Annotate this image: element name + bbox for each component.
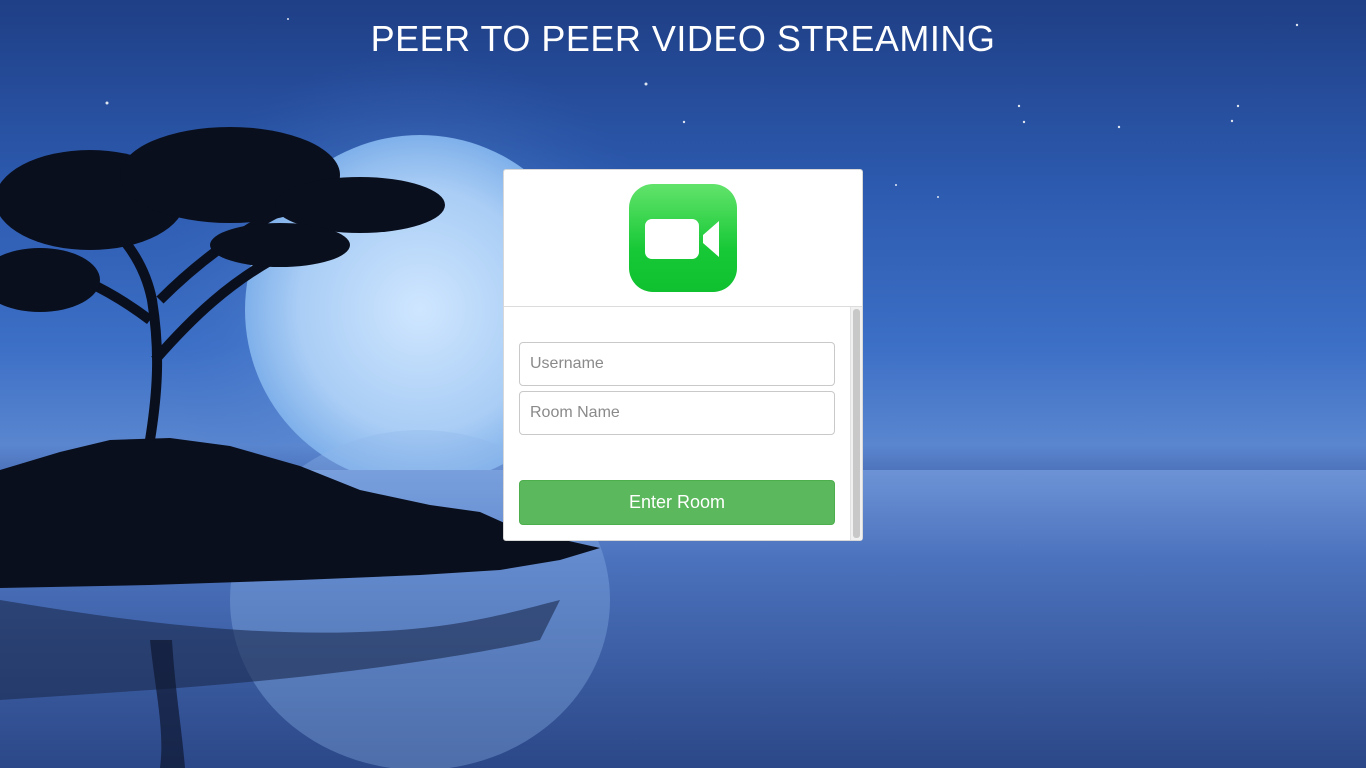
card-body: Enter Room bbox=[504, 307, 862, 540]
page-title: PEER TO PEER VIDEO STREAMING bbox=[370, 18, 996, 59]
room-name-field[interactable] bbox=[519, 391, 835, 435]
video-camera-icon bbox=[629, 184, 737, 292]
username-field[interactable] bbox=[519, 342, 835, 386]
scrollbar-thumb[interactable] bbox=[853, 309, 860, 538]
card-header bbox=[504, 170, 862, 307]
login-card: Enter Room bbox=[503, 169, 863, 541]
enter-room-button[interactable]: Enter Room bbox=[519, 480, 835, 525]
scrollbar[interactable] bbox=[850, 307, 862, 540]
